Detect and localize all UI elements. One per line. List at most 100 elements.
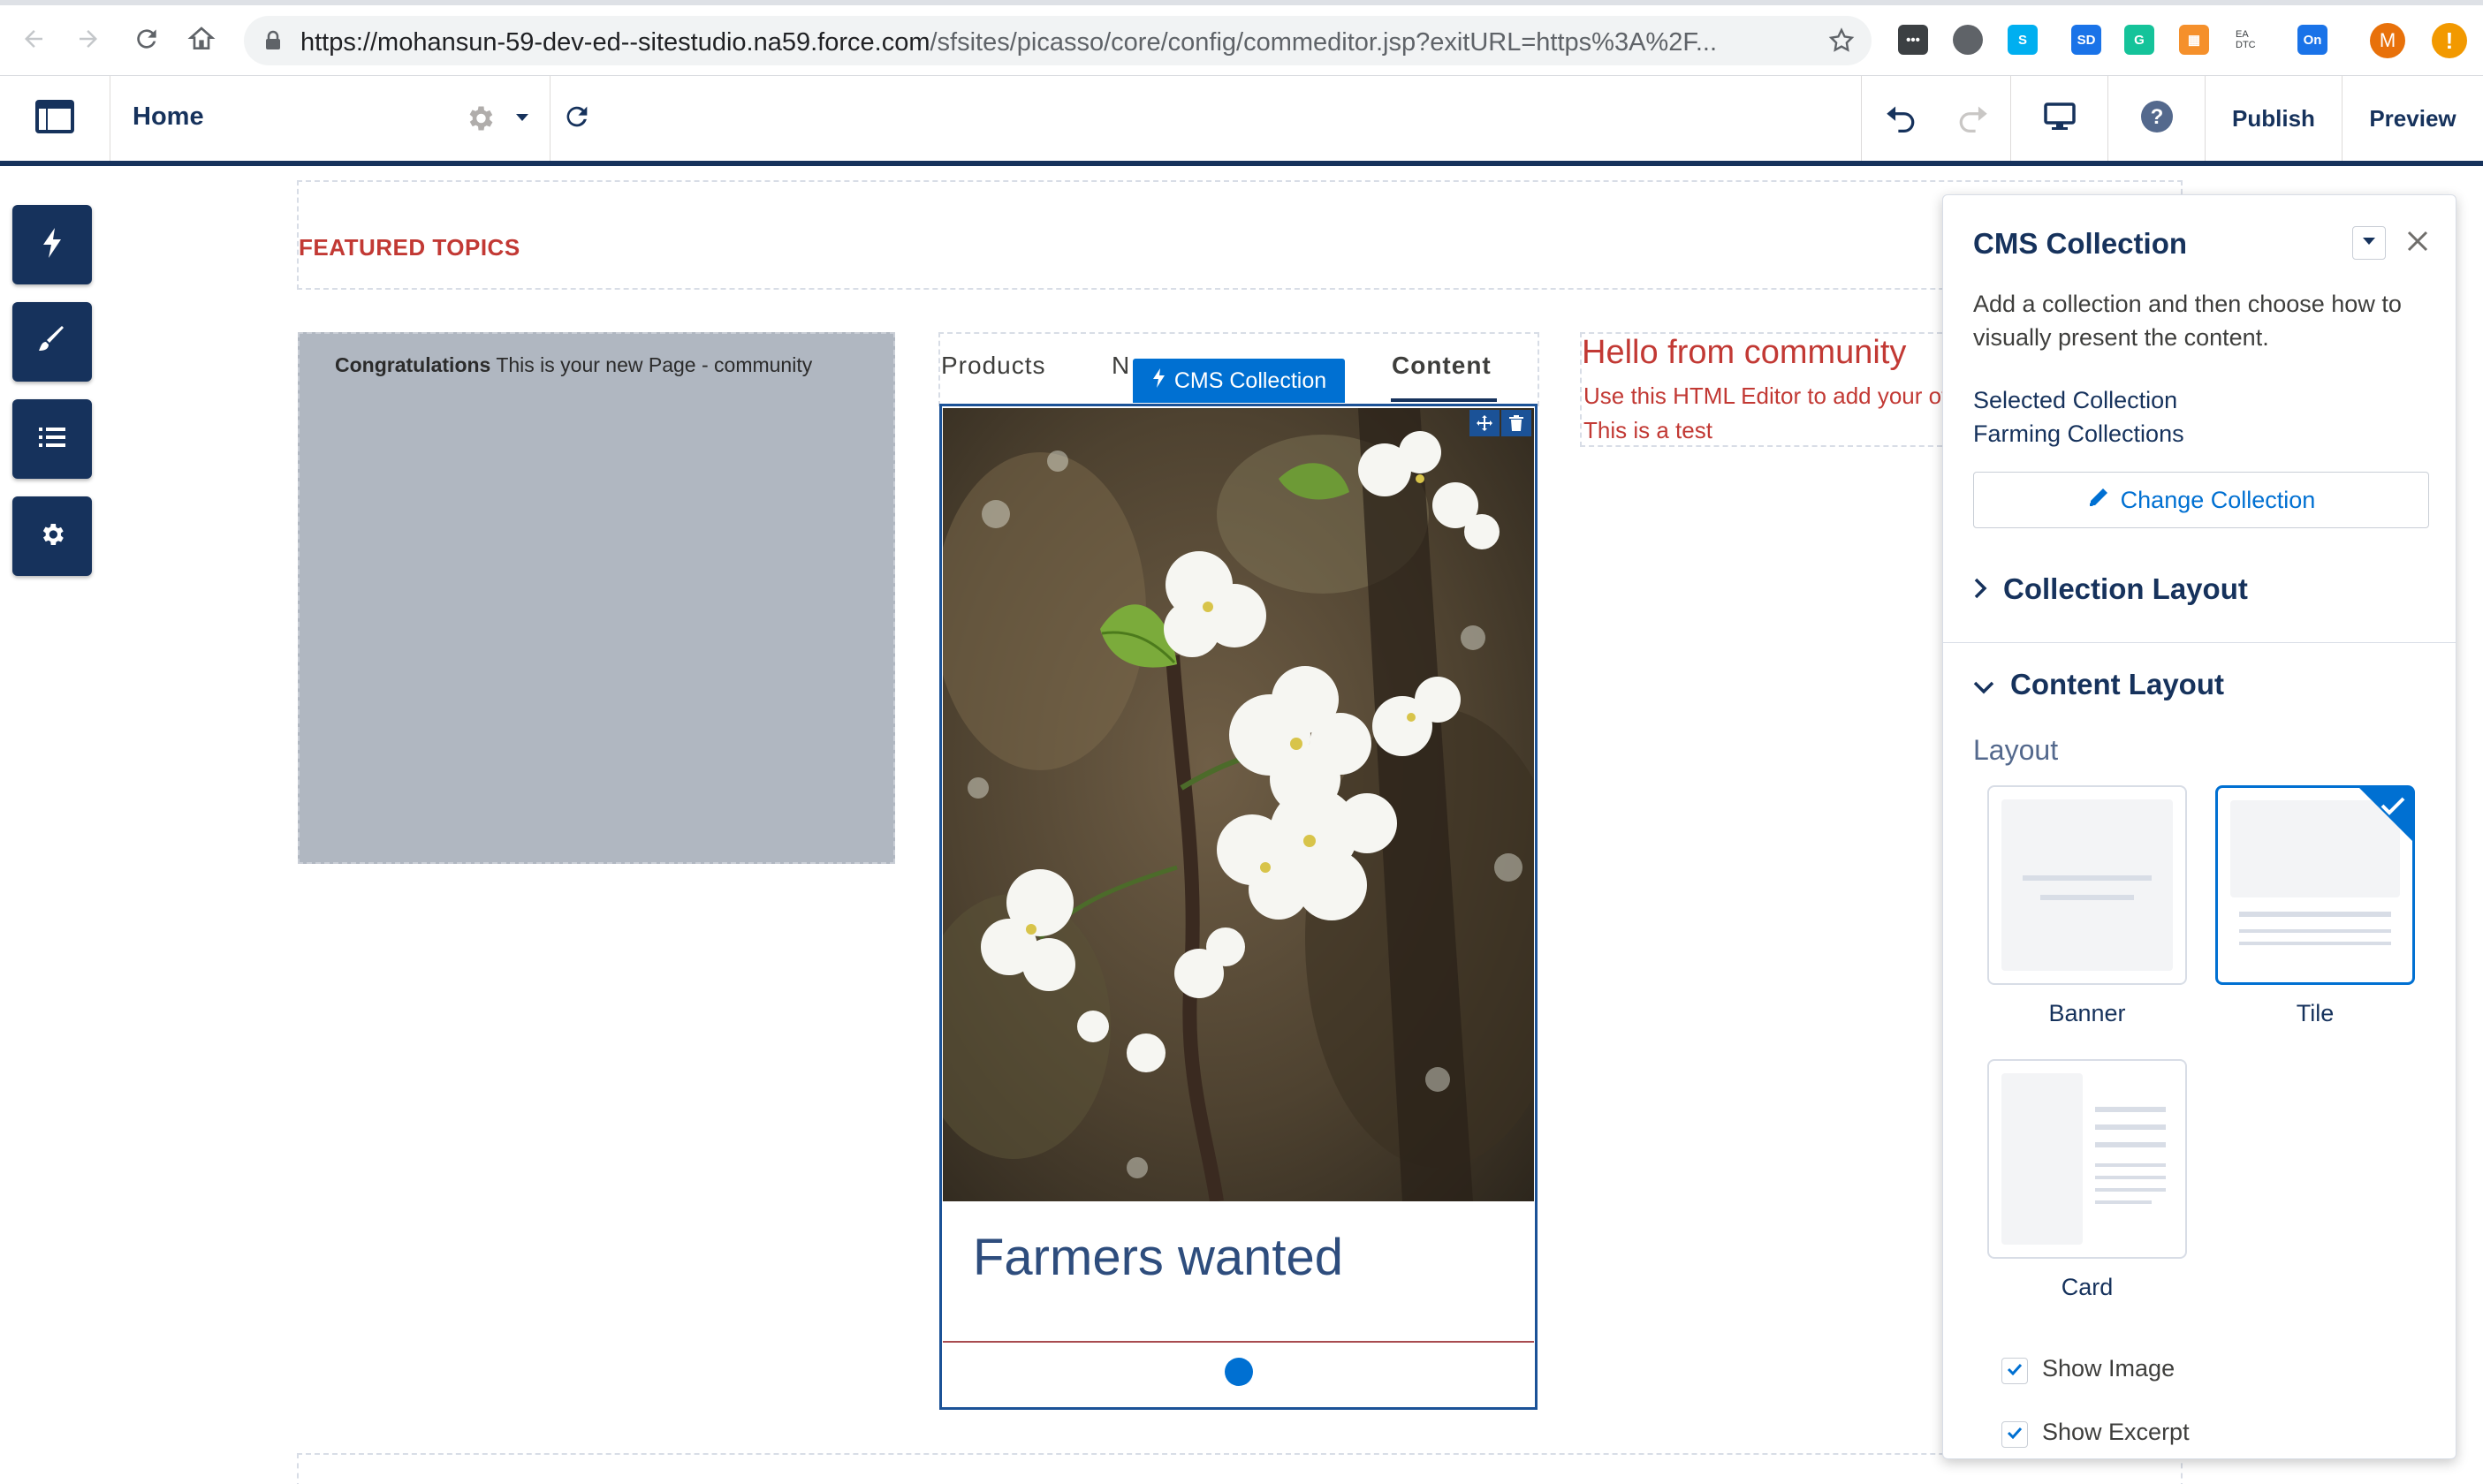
layout-label: Layout (1973, 734, 2059, 766)
tile-preview (2230, 788, 2412, 945)
tabstrip-edge (0, 0, 2483, 5)
panel-description-line-1: Add a collection and then choose how to (1973, 291, 2402, 317)
banner-preview (2001, 799, 2173, 971)
update-alert-icon[interactable]: ! (2432, 23, 2467, 58)
panel-close-button[interactable] (2401, 226, 2434, 260)
delete-trash-icon[interactable] (1501, 410, 1531, 436)
undo-button[interactable] (1861, 76, 1937, 161)
pencil-icon (2087, 486, 2110, 515)
url-text: https://mohansun-59-dev-ed--sitestudio.n… (300, 28, 1803, 57)
back-icon[interactable] (14, 19, 53, 58)
cms-badge-label: CMS Collection (1173, 367, 1327, 393)
active-tab-indicator (1391, 398, 1497, 402)
skype-extension-icon[interactable]: S (2008, 25, 2038, 55)
components-button[interactable] (12, 205, 92, 284)
chevron-down-icon[interactable] (515, 111, 529, 127)
sidebar-toggle[interactable] (0, 76, 110, 161)
publish-label: Publish (2232, 104, 2315, 132)
page-selector[interactable]: Home (110, 76, 551, 161)
undo-icon (1882, 101, 1917, 137)
layout-option-card[interactable] (1987, 1059, 2187, 1259)
card-title[interactable]: Farmers wanted (973, 1228, 1343, 1287)
redo-button[interactable] (1937, 76, 2011, 161)
dots-extension-icon[interactable]: ••• (1898, 25, 1928, 55)
lower-region[interactable] (297, 1453, 2183, 1484)
settings-button[interactable] (12, 496, 92, 576)
help-icon: ? (2139, 99, 2175, 139)
device-preview-button[interactable] (2011, 76, 2108, 161)
preview-button[interactable]: Preview (2343, 76, 2483, 161)
panel-description-line-2: visually present the content. (1973, 324, 2269, 351)
welcome-text: Congratulations This is your new Page - … (335, 353, 812, 377)
sd-extension-icon[interactable]: SD (2071, 25, 2101, 55)
forward-icon[interactable] (69, 19, 108, 58)
lightning-icon (1151, 367, 1166, 395)
chevron-right-icon (1973, 572, 1987, 606)
flower-photo (943, 408, 1534, 1201)
theme-button[interactable] (12, 302, 92, 382)
panel-menu-button[interactable] (2352, 226, 2386, 260)
page-settings-gear-icon[interactable] (464, 102, 496, 139)
layout-option-banner[interactable] (1987, 785, 2187, 985)
layout-label-tile: Tile (2296, 1000, 2335, 1026)
page-structure-button[interactable] (12, 399, 92, 479)
browser-chrome: https://mohansun-59-dev-ed--sitestudio.n… (0, 0, 2483, 76)
bookmark-star-icon[interactable] (1827, 26, 1856, 59)
publish-button[interactable]: Publish (2206, 76, 2343, 161)
home-icon[interactable] (182, 19, 221, 58)
profile-avatar[interactable]: M (2370, 23, 2405, 58)
featured-topics-heading: FEATURED TOPICS (299, 234, 520, 261)
gear-icon (38, 520, 66, 553)
featured-topics-region[interactable] (297, 180, 2183, 290)
collection-layout-label: Collection Layout (2003, 572, 2248, 605)
change-collection-button[interactable]: Change Collection (1973, 472, 2429, 528)
layout-option-tile[interactable] (2215, 785, 2415, 985)
cms-collection-badge[interactable]: CMS Collection (1133, 359, 1345, 403)
content-layout-section[interactable]: Content Layout (1973, 668, 2224, 701)
lightning-icon (41, 227, 64, 263)
tab-content[interactable]: Content (1392, 352, 1492, 380)
hello-line-1: Use this HTML Editor to add your ov (1583, 382, 1954, 409)
welcome-component[interactable]: Congratulations This is your new Page - … (298, 332, 895, 864)
card-divider (943, 1341, 1534, 1343)
ea-dtc-extension-icon[interactable]: EA DTC (2236, 25, 2266, 55)
url-host: https://mohansun-59-dev-ed--sitestudio.n… (300, 28, 930, 57)
welcome-bold: Congratulations (335, 353, 491, 376)
selected-collection-value: Farming Collections (1973, 420, 2184, 447)
grammarly-extension-icon[interactable]: G (2124, 25, 2154, 55)
brush-icon (37, 325, 67, 360)
orange-extension-icon[interactable]: ▦ (2179, 25, 2209, 55)
move-handle-icon[interactable] (1469, 410, 1500, 436)
on-extension-icon[interactable]: On (2297, 25, 2327, 55)
checkmark-icon (2007, 1427, 2023, 1443)
address-bar[interactable]: https://mohansun-59-dev-ed--sitestudio.n… (244, 16, 1872, 65)
hello-line-2: This is a test (1583, 417, 1712, 443)
layout-label-card: Card (2061, 1274, 2114, 1300)
carousel-dot-active[interactable] (1225, 1358, 1253, 1386)
panel-title: CMS Collection (1973, 227, 2188, 260)
chevron-down-icon (1973, 668, 1994, 701)
show-excerpt-checkbox[interactable] (2001, 1421, 2028, 1448)
url-path: /sfsites/picasso/core/config/commeditor.… (930, 28, 1718, 57)
svg-text:?: ? (2150, 105, 2163, 129)
refresh-button[interactable] (551, 76, 604, 161)
show-excerpt-label: Show Excerpt (2042, 1419, 2190, 1445)
cms-collection-panel: CMS Collection Add a collection and then… (1942, 194, 2456, 1459)
show-image-checkbox[interactable] (2001, 1358, 2028, 1384)
refresh-icon (562, 102, 592, 136)
card-preview (2001, 1073, 2166, 1245)
list-icon (38, 426, 66, 453)
page-name: Home (133, 102, 204, 131)
lock-icon (263, 30, 283, 56)
circle-extension-icon[interactable] (1953, 25, 1983, 55)
checkmark-icon (2007, 1363, 2023, 1380)
collection-layout-section[interactable]: Collection Layout (1973, 572, 2248, 606)
tab-news[interactable]: N (1112, 352, 1130, 380)
change-collection-label: Change Collection (2120, 486, 2316, 513)
preview-label: Preview (2369, 104, 2456, 132)
reload-icon[interactable] (127, 19, 166, 58)
hello-heading: Hello from community (1582, 334, 1907, 371)
tab-products[interactable]: Products (941, 352, 1046, 380)
help-button[interactable]: ? (2108, 76, 2206, 161)
close-icon (2406, 230, 2429, 257)
